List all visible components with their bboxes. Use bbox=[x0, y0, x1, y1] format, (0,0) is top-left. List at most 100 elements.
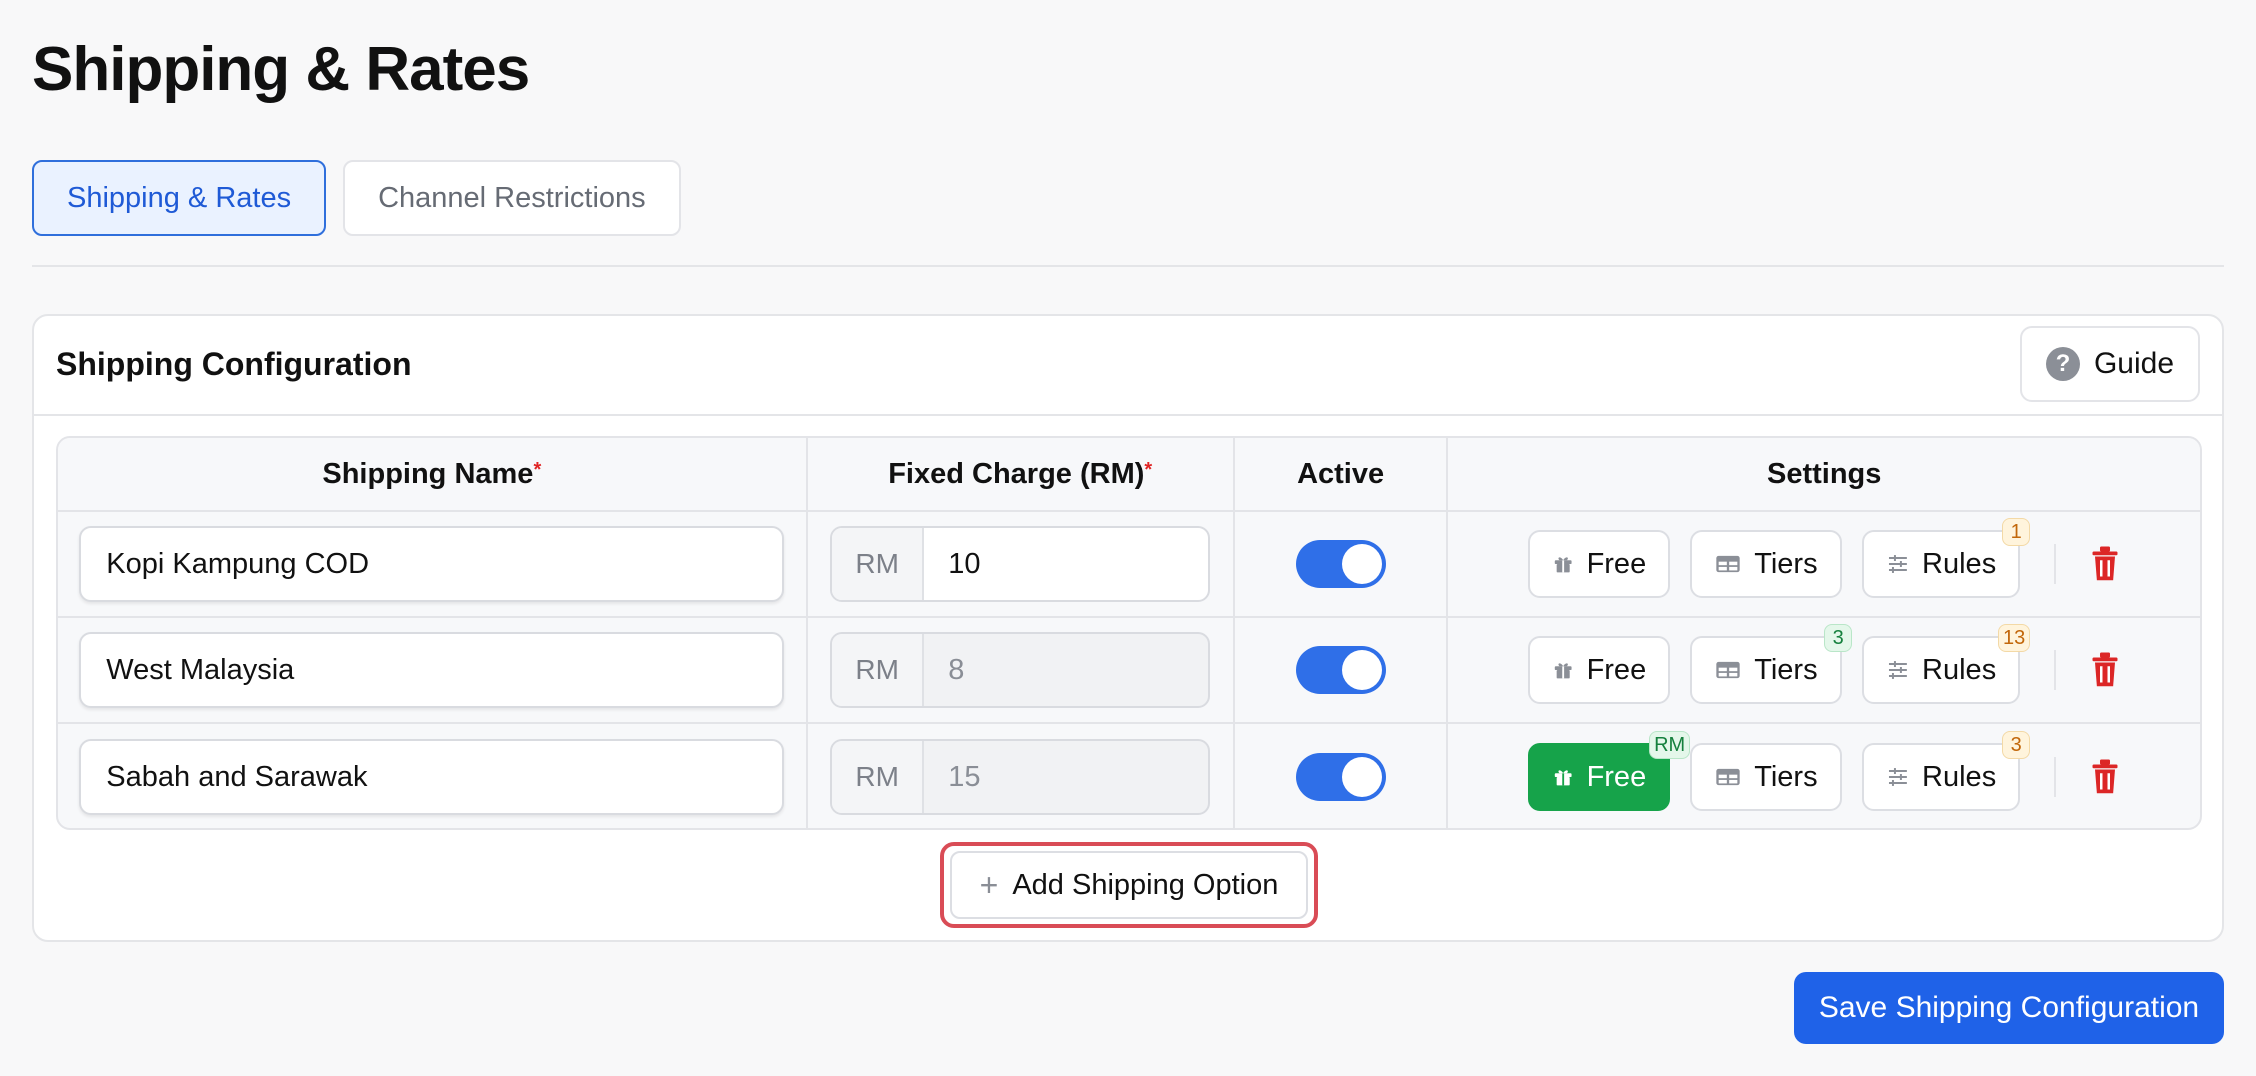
table-icon bbox=[1716, 555, 1740, 573]
settings-cell: Free Tiers Rules 1 bbox=[1448, 512, 2200, 616]
active-cell bbox=[1235, 724, 1449, 828]
required-mark: * bbox=[1144, 458, 1153, 481]
currency-prefix: RM bbox=[832, 634, 925, 706]
settings-group: Free Tiers Rules 1 bbox=[1528, 518, 2120, 598]
tiers-label: Tiers bbox=[1754, 653, 1818, 686]
table-row: Kopi Kampung COD RM 10 Free Tiers Rules … bbox=[58, 512, 2200, 618]
page-title: Shipping & Rates bbox=[32, 35, 530, 104]
fixed-charge-input[interactable]: RM 10 bbox=[830, 526, 1211, 602]
tiers-button[interactable]: Tiers bbox=[1690, 743, 1843, 811]
add-shipping-option-button[interactable]: + Add Shipping Option bbox=[950, 851, 1308, 919]
tab-shipping-rates[interactable]: Shipping & Rates bbox=[32, 160, 327, 236]
active-toggle[interactable] bbox=[1295, 753, 1386, 801]
name-cell: Sabah and Sarawak bbox=[58, 724, 808, 828]
fixed-charge-input[interactable]: RM 8 bbox=[830, 632, 1211, 708]
tiers-button[interactable]: Tiers 3 bbox=[1690, 624, 1853, 704]
rules-count-badge: 1 bbox=[2002, 518, 2031, 546]
settings-cell: Free Tiers 3 Rules 13 bbox=[1448, 618, 2200, 722]
card-title: Shipping Configuration bbox=[56, 346, 412, 382]
save-shipping-configuration-button[interactable]: Save Shipping Configuration bbox=[1794, 972, 2224, 1044]
tiers-label: Tiers bbox=[1754, 760, 1818, 793]
charge-cell: RM 10 bbox=[808, 512, 1235, 616]
shipping-name-input[interactable]: Kopi Kampung COD bbox=[79, 526, 785, 602]
rules-label: Rules bbox=[1922, 653, 1997, 686]
table-row: Sabah and Sarawak RM 15 Free RM Tiers Ru… bbox=[58, 724, 2200, 828]
rules-button[interactable]: Rules 3 bbox=[1862, 731, 2031, 811]
toggle-knob bbox=[1341, 544, 1382, 584]
charge-cell: RM 15 bbox=[808, 724, 1235, 828]
divider bbox=[32, 265, 2224, 267]
tab-channel-restrictions[interactable]: Channel Restrictions bbox=[343, 160, 681, 236]
settings-cell: Free RM Tiers Rules 3 bbox=[1448, 724, 2200, 828]
free-shipping-button[interactable]: Free bbox=[1528, 530, 1671, 598]
active-cell bbox=[1235, 512, 1449, 616]
toggle-knob bbox=[1341, 650, 1382, 690]
rules-count-badge: 13 bbox=[1997, 624, 2031, 652]
tiers-button[interactable]: Tiers bbox=[1690, 530, 1843, 598]
add-label: Add Shipping Option bbox=[1012, 868, 1279, 901]
free-shipping-button[interactable]: Free bbox=[1528, 636, 1671, 704]
trash-icon[interactable] bbox=[2090, 545, 2120, 583]
free-label: Free bbox=[1586, 547, 1647, 580]
fixed-charge-value[interactable]: 10 bbox=[924, 528, 1208, 600]
header-settings: Settings bbox=[1767, 457, 1882, 490]
divider bbox=[2054, 757, 2057, 797]
trash-icon[interactable] bbox=[2090, 651, 2120, 689]
header-fixed-charge: Fixed Charge (RM) * bbox=[808, 438, 1235, 510]
settings-group: Free RM Tiers Rules 3 bbox=[1528, 731, 2120, 811]
gift-icon bbox=[1554, 663, 1572, 679]
required-mark: * bbox=[533, 458, 542, 481]
fixed-charge-value[interactable]: 15 bbox=[924, 741, 1208, 813]
tiers-count-badge: 3 bbox=[1824, 624, 1853, 652]
divider bbox=[34, 414, 2222, 416]
guide-button[interactable]: ? Guide bbox=[2020, 326, 2200, 402]
free-label: Free bbox=[1586, 760, 1647, 793]
guide-label: Guide bbox=[2093, 347, 2175, 380]
question-circle-icon: ? bbox=[2045, 347, 2080, 381]
header-shipping-name: Shipping Name * bbox=[58, 438, 808, 510]
settings-group: Free Tiers 3 Rules 13 bbox=[1528, 624, 2120, 704]
rules-count-badge: 3 bbox=[2002, 731, 2031, 759]
rules-label: Rules bbox=[1922, 760, 1997, 793]
tiers-label: Tiers bbox=[1754, 547, 1818, 580]
active-cell bbox=[1235, 618, 1449, 722]
divider bbox=[2054, 650, 2057, 690]
name-cell: West Malaysia bbox=[58, 618, 808, 722]
toggle-knob bbox=[1341, 757, 1382, 797]
header-label: Fixed Charge (RM) bbox=[888, 457, 1145, 490]
add-option-highlight: + Add Shipping Option bbox=[940, 842, 1318, 928]
divider bbox=[2054, 544, 2057, 584]
active-toggle[interactable] bbox=[1295, 646, 1386, 694]
header-label: Shipping Name bbox=[322, 457, 534, 490]
shipping-configuration-card: Shipping Configuration ? Guide Shipping … bbox=[32, 314, 2224, 942]
table-header-row: Shipping Name * Fixed Charge (RM) * Active… bbox=[58, 438, 2200, 512]
active-toggle[interactable] bbox=[1295, 540, 1386, 588]
table-icon bbox=[1716, 661, 1740, 679]
sliders-icon bbox=[1889, 555, 1908, 573]
table-icon bbox=[1716, 768, 1740, 786]
name-cell: Kopi Kampung COD bbox=[58, 512, 808, 616]
fixed-charge-input[interactable]: RM 15 bbox=[830, 739, 1211, 815]
fixed-charge-value[interactable]: 8 bbox=[924, 634, 1208, 706]
gift-icon bbox=[1554, 770, 1572, 786]
free-label: Free bbox=[1586, 653, 1647, 686]
tab-bar: Shipping & Rates Channel Restrictions bbox=[32, 160, 681, 236]
rules-button[interactable]: Rules 13 bbox=[1862, 624, 2031, 704]
currency-prefix: RM bbox=[832, 741, 925, 813]
free-rm-badge: RM bbox=[1649, 731, 1691, 759]
free-shipping-button[interactable]: Free RM bbox=[1528, 731, 1691, 811]
rules-label: Rules bbox=[1922, 547, 1997, 580]
gift-icon bbox=[1554, 557, 1572, 573]
table-row: West Malaysia RM 8 Free Tiers 3 Rules 13 bbox=[58, 618, 2200, 724]
currency-prefix: RM bbox=[832, 528, 925, 600]
sliders-icon bbox=[1889, 768, 1908, 786]
plus-icon: + bbox=[979, 866, 999, 903]
trash-icon[interactable] bbox=[2090, 758, 2120, 796]
shipping-table: Shipping Name * Fixed Charge (RM) * Active… bbox=[56, 436, 2202, 830]
sliders-icon bbox=[1889, 661, 1908, 679]
rules-button[interactable]: Rules 1 bbox=[1862, 518, 2031, 598]
charge-cell: RM 8 bbox=[808, 618, 1235, 722]
header-active: Active bbox=[1235, 438, 1449, 510]
shipping-name-input[interactable]: Sabah and Sarawak bbox=[79, 739, 785, 815]
shipping-name-input[interactable]: West Malaysia bbox=[79, 632, 785, 708]
